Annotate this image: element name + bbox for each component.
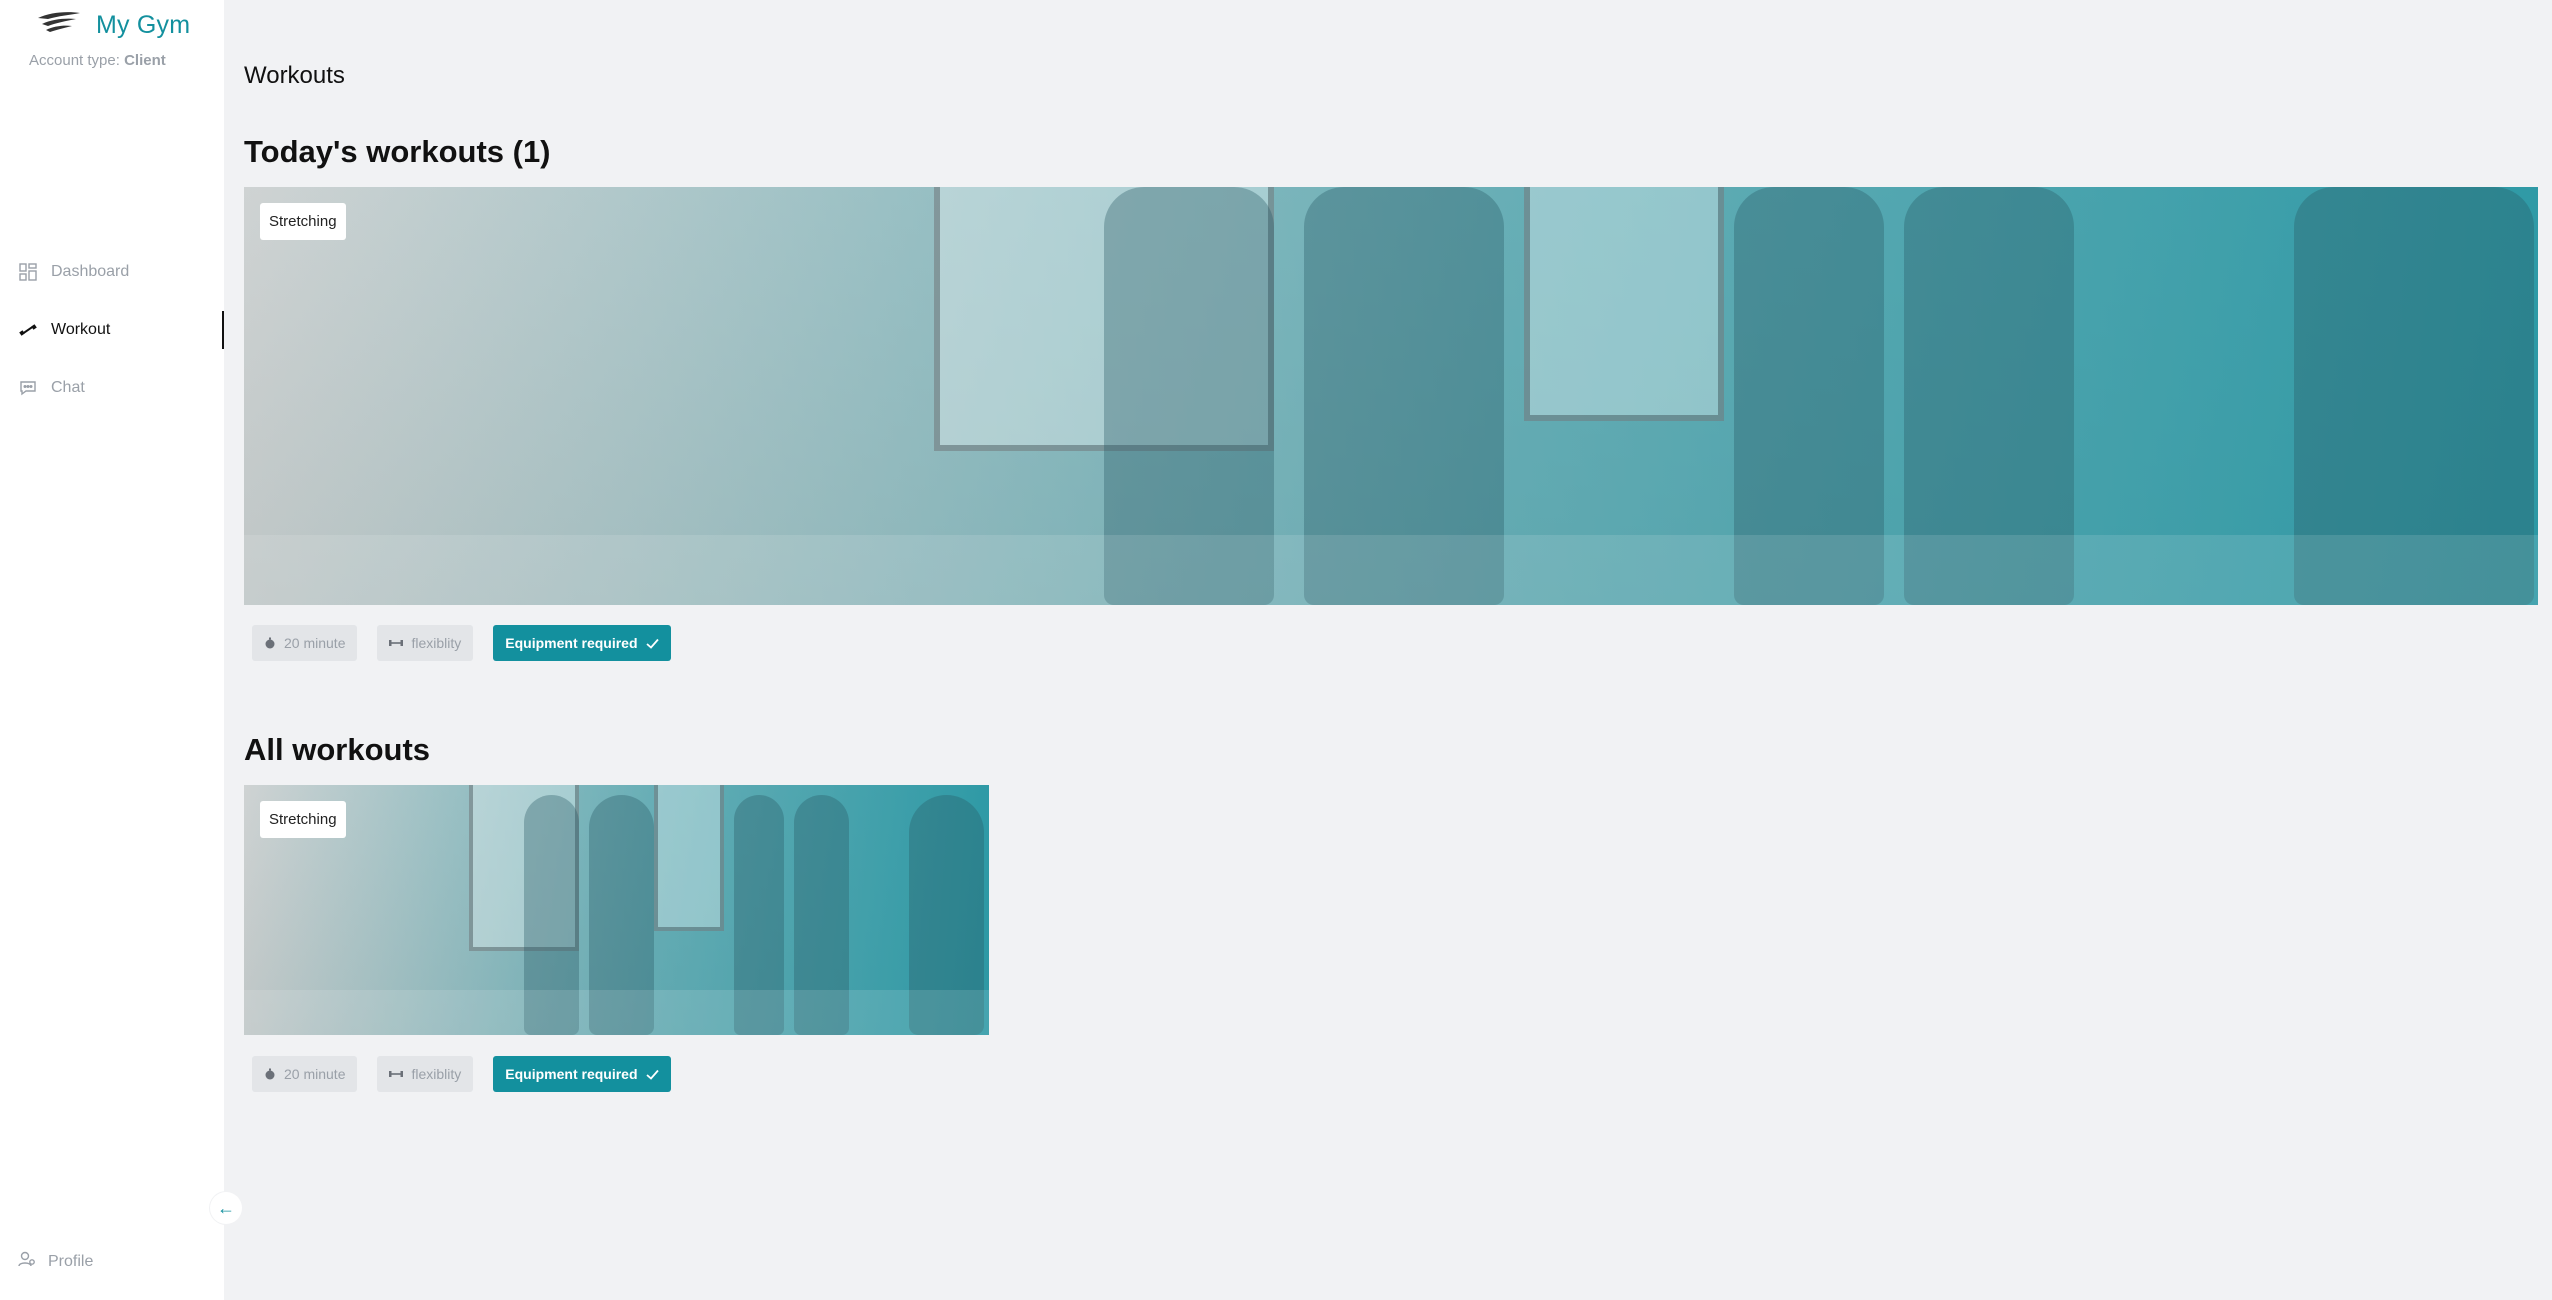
- sidebar-item-label: Chat: [51, 379, 85, 396]
- stopwatch-icon: [264, 637, 276, 649]
- sidebar-item-workout[interactable]: Workout: [0, 301, 224, 359]
- floor-decoration: [244, 535, 2538, 605]
- profile-label: Profile: [48, 1252, 94, 1270]
- equipment-required-chip: Equipment required: [493, 625, 671, 661]
- todays-workout-card-image[interactable]: Stretching: [244, 187, 2538, 605]
- equipment-required-chip: Equipment required: [493, 1056, 671, 1092]
- sidebar-nav: Dashboard Workout Chat: [0, 243, 224, 417]
- category-label: flexiblity: [411, 635, 462, 651]
- duration-chip: 20 minute: [252, 625, 358, 661]
- arrow-left-icon: ←: [217, 1197, 235, 1218]
- dumbbell-icon: [389, 637, 404, 649]
- workout-card-image[interactable]: Stretching: [244, 785, 989, 1035]
- floor-decoration: [244, 990, 989, 1035]
- equipment-label: Equipment required: [505, 1066, 638, 1082]
- profile-icon: [18, 1250, 36, 1273]
- workout-type-tag: Stretching: [260, 203, 346, 240]
- brand-name: My Gym: [96, 10, 191, 39]
- sidebar-item-dashboard[interactable]: Dashboard: [0, 243, 224, 301]
- account-type-prefix: Account type:: [29, 52, 120, 69]
- sidebar-item-label: Dashboard: [51, 263, 130, 280]
- duration-chip: 20 minute: [252, 1056, 358, 1092]
- all-workouts-heading: All workouts: [244, 732, 431, 767]
- sidebar-item-label: Workout: [51, 321, 111, 338]
- chat-icon: [18, 378, 38, 398]
- check-icon: [645, 638, 659, 649]
- check-icon: [645, 1069, 659, 1080]
- sidebar-item-profile[interactable]: Profile: [18, 1250, 93, 1273]
- workout-icon: [18, 320, 38, 340]
- workout-type-tag: Stretching: [260, 801, 346, 838]
- dumbbell-icon: [389, 1068, 404, 1080]
- category-chip: flexiblity: [377, 625, 474, 661]
- equipment-label: Equipment required: [505, 635, 638, 651]
- dashboard-icon: [18, 262, 38, 282]
- wing-logo-icon: [38, 12, 80, 32]
- workout-chips: 20 minute flexiblity Equipment required: [252, 1056, 671, 1092]
- page-title: Workouts: [244, 62, 345, 89]
- todays-workouts-heading: Today's workouts (1): [244, 134, 551, 169]
- account-type: Account type: Client: [29, 52, 166, 69]
- category-chip: flexiblity: [377, 1056, 474, 1092]
- collapse-sidebar-button[interactable]: ←: [210, 1192, 242, 1224]
- duration-label: 20 minute: [284, 635, 346, 651]
- account-type-value: Client: [124, 52, 166, 69]
- sidebar-item-chat[interactable]: Chat: [0, 359, 224, 417]
- sidebar: My Gym Account type: Client Dashboard Wo…: [0, 0, 224, 1300]
- category-label: flexiblity: [411, 1066, 462, 1082]
- stopwatch-icon: [264, 1068, 276, 1080]
- duration-label: 20 minute: [284, 1066, 346, 1082]
- window-decoration: [654, 785, 724, 931]
- todays-workout-chips: 20 minute flexiblity Equipment required: [252, 625, 671, 661]
- brand[interactable]: My Gym: [36, 10, 190, 40]
- window-decoration: [1524, 187, 1724, 421]
